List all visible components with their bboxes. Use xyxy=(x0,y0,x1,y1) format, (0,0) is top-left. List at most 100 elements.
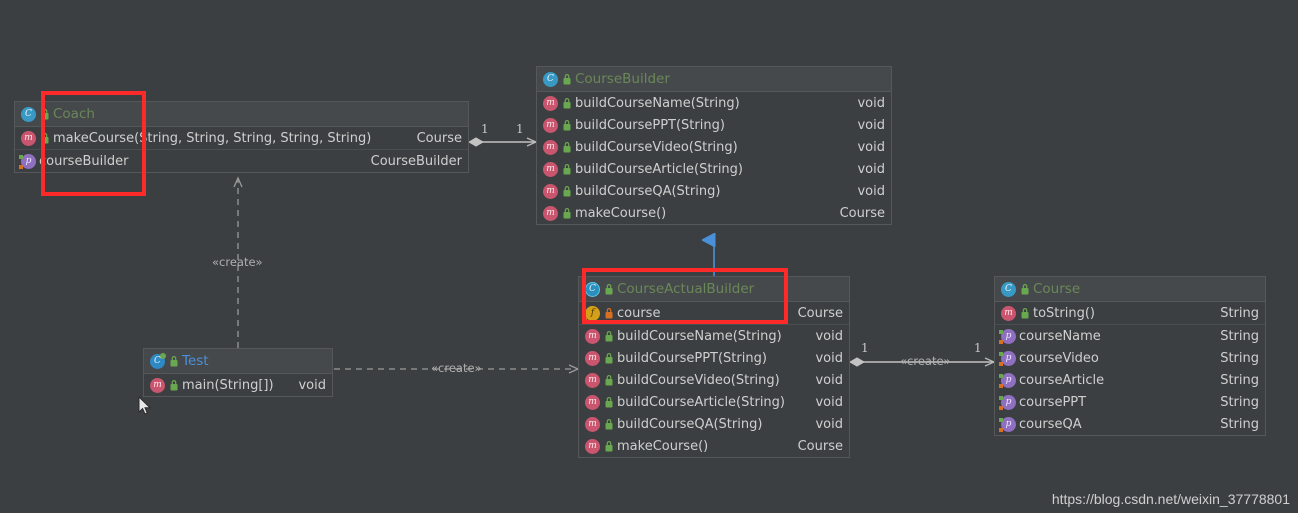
runnable-class-icon: C xyxy=(150,352,166,369)
method-icon: m xyxy=(543,95,558,111)
member-type: String xyxy=(1220,372,1259,388)
member-name: courseBuilder xyxy=(39,153,129,169)
member-row[interactable]: m main(String[]) void xyxy=(144,374,332,396)
property-icon: p xyxy=(999,394,1016,410)
lock-green-icon xyxy=(605,396,613,407)
member-name: buildCourseQA(String) xyxy=(575,183,721,199)
method-icon: m xyxy=(21,130,36,146)
member-name: courseArticle xyxy=(1019,372,1105,388)
edge-label-courseactualbuilder-to-course: «create» xyxy=(900,354,951,368)
class-name-courseactualbuilder: CourseActualBuilder xyxy=(617,281,755,297)
method-icon: m xyxy=(585,394,600,410)
member-row[interactable]: p courseQA String xyxy=(995,413,1265,435)
class-box-test[interactable]: C Test m main(String[]) void xyxy=(143,348,333,397)
method-icon: m xyxy=(543,161,558,177)
property-icon: p xyxy=(999,416,1016,432)
member-name: main(String[]) xyxy=(182,377,274,393)
member-row[interactable]: p courseName String xyxy=(995,325,1265,347)
interface-icon: C xyxy=(585,281,600,297)
member-name: buildCourseVideo(String) xyxy=(575,139,738,155)
edge-mult-coach-target: 1 xyxy=(516,122,524,136)
member-type: String xyxy=(1220,350,1259,366)
class-header-test: C Test xyxy=(144,349,332,374)
class-name-test: Test xyxy=(182,353,209,369)
lock-green-icon xyxy=(41,108,49,119)
member-row[interactable]: m buildCoursePPT(String) void xyxy=(579,347,849,369)
method-icon: m xyxy=(543,117,558,133)
member-row[interactable]: p coursePPT String xyxy=(995,391,1265,413)
edge-label-test-to-coach: «create» xyxy=(212,255,263,269)
property-icon: p xyxy=(999,350,1016,366)
method-icon: m xyxy=(150,377,165,393)
class-box-courseactualbuilder[interactable]: C CourseActualBuilder f course Course m xyxy=(578,276,850,458)
member-row[interactable]: m buildCourseVideo(String) void xyxy=(579,369,849,391)
member-type: void xyxy=(857,161,885,177)
member-row[interactable]: m buildCourseArticle(String) void xyxy=(579,391,849,413)
watermark-url: https://blog.csdn.net/weixin_37778801 xyxy=(1051,491,1290,507)
class-section-fields-courseactualbuilder: f course Course xyxy=(579,302,849,325)
member-row[interactable]: m makeCourse(String, String, String, Str… xyxy=(15,127,468,149)
member-row[interactable]: p courseVideo String xyxy=(995,347,1265,369)
member-type: String xyxy=(1220,416,1259,432)
member-row[interactable]: m makeCourse() Course xyxy=(537,202,891,224)
class-header-courseactualbuilder: C CourseActualBuilder xyxy=(579,277,849,302)
member-row[interactable]: m buildCourseArticle(String) void xyxy=(537,158,891,180)
diagram-canvas[interactable]: 1 1 «create» «create» «create» 1 1 C Coa… xyxy=(0,0,1298,513)
class-name-coursebuilder: CourseBuilder xyxy=(575,71,670,87)
edge-mult-coach-source: 1 xyxy=(481,122,489,136)
member-type: void xyxy=(857,95,885,111)
property-icon: p xyxy=(19,153,36,169)
member-type: void xyxy=(298,377,326,393)
class-name-course: Course xyxy=(1033,281,1081,297)
class-section-methods-test: m main(String[]) void xyxy=(144,374,332,396)
edge-coach-to-coursebuilder xyxy=(467,137,538,147)
member-row[interactable]: m toString() String xyxy=(995,302,1265,324)
class-section-fields-course: p courseName String p courseVideo String… xyxy=(995,325,1265,435)
class-section-methods-course: m toString() String xyxy=(995,302,1265,325)
member-name: buildCoursePPT(String) xyxy=(617,350,767,366)
class-icon: C xyxy=(543,71,558,87)
class-box-coach[interactable]: C Coach m makeCourse(String, String, Str… xyxy=(14,101,469,173)
lock-green-icon xyxy=(563,73,571,84)
lock-green-icon xyxy=(563,141,571,152)
member-type: void xyxy=(815,350,843,366)
member-row[interactable]: f course Course xyxy=(579,302,849,324)
member-name: buildCourseName(String) xyxy=(575,95,740,111)
member-row[interactable]: m buildCourseName(String) void xyxy=(537,92,891,114)
member-type: void xyxy=(857,183,885,199)
method-icon: m xyxy=(543,205,558,221)
class-box-coursebuilder[interactable]: C CourseBuilder m buildCourseName(String… xyxy=(536,66,892,225)
property-icon: p xyxy=(999,328,1016,344)
member-row[interactable]: m buildCourseVideo(String) void xyxy=(537,136,891,158)
member-type: Course xyxy=(839,205,885,221)
class-section-fields-coach: p courseBuilder CourseBuilder xyxy=(15,150,468,172)
lock-green-icon xyxy=(170,379,178,390)
member-row[interactable]: p courseBuilder CourseBuilder xyxy=(15,150,468,172)
class-header-course: C Course xyxy=(995,277,1265,302)
member-row[interactable]: m buildCourseName(String) void xyxy=(579,325,849,347)
method-icon: m xyxy=(543,183,558,199)
member-row[interactable]: m buildCourseQA(String) void xyxy=(579,413,849,435)
class-box-course[interactable]: C Course m toString() String p courseNam… xyxy=(994,276,1266,436)
member-name: makeCourse(String, String, String, Strin… xyxy=(53,130,372,146)
lock-green-icon xyxy=(1021,283,1029,294)
member-name: buildCourseName(String) xyxy=(617,328,782,344)
member-row[interactable]: m makeCourse() Course xyxy=(579,435,849,457)
property-icon: p xyxy=(999,372,1016,388)
member-type: Course xyxy=(416,130,462,146)
member-row[interactable]: p courseArticle String xyxy=(995,369,1265,391)
method-icon: m xyxy=(585,372,600,388)
method-icon: m xyxy=(1001,305,1016,321)
member-name: coursePPT xyxy=(1019,394,1087,410)
member-name: buildCourseArticle(String) xyxy=(617,394,785,410)
lock-green-icon xyxy=(605,352,613,363)
lock-green-icon xyxy=(563,97,571,108)
member-type: CourseBuilder xyxy=(370,153,462,169)
lock-green-icon xyxy=(1021,307,1029,318)
lock-green-icon xyxy=(563,185,571,196)
member-row[interactable]: m buildCoursePPT(String) void xyxy=(537,114,891,136)
member-type: Course xyxy=(797,305,843,321)
member-row[interactable]: m buildCourseQA(String) void xyxy=(537,180,891,202)
member-type: String xyxy=(1220,305,1259,321)
member-type: void xyxy=(815,394,843,410)
